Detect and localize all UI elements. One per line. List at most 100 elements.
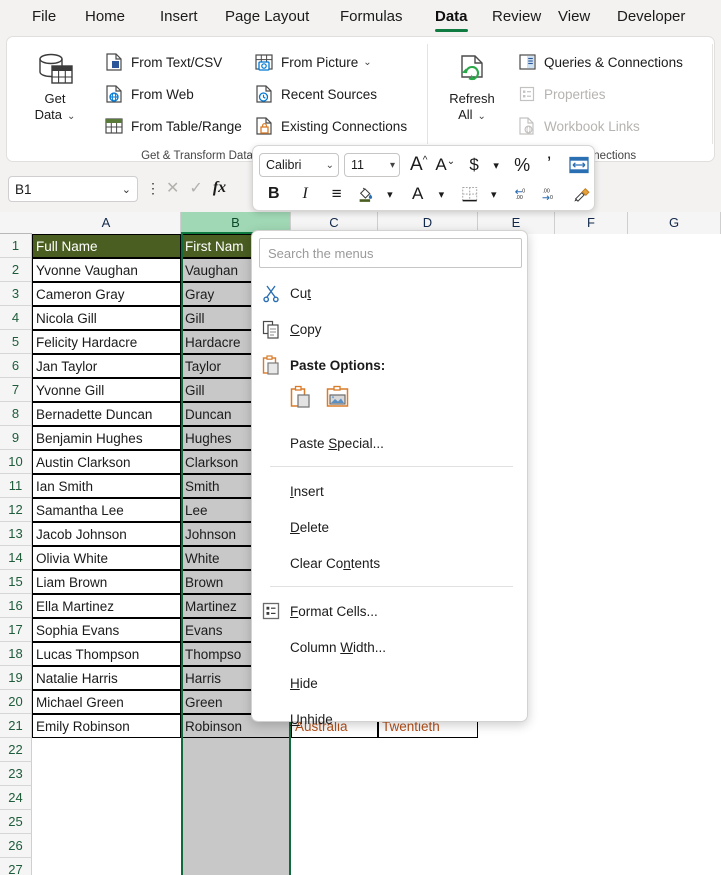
cell-A20[interactable]: Michael Green <box>32 690 181 714</box>
row-header-12[interactable]: 12 <box>0 498 32 522</box>
cell-A21[interactable]: Emily Robinson <box>32 714 181 738</box>
accounting-format-dropdown[interactable]: ▾ <box>485 152 507 178</box>
ribbon-tab-formulas[interactable]: Formulas <box>330 2 413 34</box>
menu-item-paste-special[interactable]: Paste Special... <box>252 425 529 461</box>
increase-decimal-button[interactable]: 0.00 <box>510 181 537 207</box>
row-header-14[interactable]: 14 <box>0 546 32 570</box>
fill-color-button[interactable] <box>353 181 378 207</box>
borders-dropdown[interactable]: ▾ <box>483 181 505 207</box>
paste-keep-source-formatting[interactable] <box>290 385 312 414</box>
font-size-select[interactable]: 11 ▾ <box>344 153 400 177</box>
row-header-20[interactable]: 20 <box>0 690 32 714</box>
row-header-7[interactable]: 7 <box>0 378 32 402</box>
menu-item-copy[interactable]: Copy <box>252 311 529 347</box>
ribbon-tab-home[interactable]: Home <box>75 2 135 34</box>
row-header-21[interactable]: 21 <box>0 714 32 738</box>
ribbon-tab-view[interactable]: View <box>548 2 600 34</box>
ribbon-tab-data[interactable]: Data <box>425 2 478 34</box>
cell-A14[interactable]: Olivia White <box>32 546 181 570</box>
row-header-25[interactable]: 25 <box>0 810 32 834</box>
get-data-chevron-icon[interactable]: ⌄ <box>67 111 75 122</box>
menu-item-cut[interactable]: Cut <box>252 275 529 311</box>
cell-A1[interactable]: Full Name <box>32 234 181 258</box>
row-header-26[interactable]: 26 <box>0 834 32 858</box>
cell-A4[interactable]: Nicola Gill <box>32 306 181 330</box>
queries-connections-button[interactable]: Queries & Connections <box>516 49 683 75</box>
row-header-6[interactable]: 6 <box>0 354 32 378</box>
cell-A8[interactable]: Bernadette Duncan <box>32 402 181 426</box>
cell-A19[interactable]: Natalie Harris <box>32 666 181 690</box>
cell-A17[interactable]: Sophia Evans <box>32 618 181 642</box>
check-icon[interactable]: ✓ <box>189 178 202 198</box>
menu-item-format-cells[interactable]: Format Cells... <box>252 593 529 629</box>
menu-item-insert[interactable]: Insert <box>252 473 529 509</box>
cell-A13[interactable]: Jacob Johnson <box>32 522 181 546</box>
menu-item-unhide[interactable]: Unhide <box>252 701 529 737</box>
cell-A11[interactable]: Ian Smith <box>32 474 181 498</box>
format-painter-button[interactable] <box>569 181 596 207</box>
bold-button[interactable]: B <box>261 181 286 207</box>
mini-format-toolbar[interactable]: Calibri ⌄ 11 ▾ A ^ A ⌄ $ ▾ % ’ B I ≡ ▾ A… <box>252 145 595 211</box>
row-header-5[interactable]: 5 <box>0 330 32 354</box>
row-header-13[interactable]: 13 <box>0 522 32 546</box>
cell-A7[interactable]: Yvonne Gill <box>32 378 181 402</box>
column-header-G[interactable]: G <box>628 212 721 234</box>
ribbon-tab-review[interactable]: Review <box>482 2 551 34</box>
from-text-csv-button[interactable]: From Text/CSV <box>103 49 222 75</box>
row-header-27[interactable]: 27 <box>0 858 32 875</box>
comma-style-button[interactable]: ’ <box>538 152 560 178</box>
cell-A10[interactable]: Austin Clarkson <box>32 450 181 474</box>
refresh-all-button[interactable]: Refresh All ⌄ <box>434 49 510 125</box>
accounting-number-format-button[interactable]: $ <box>463 152 485 178</box>
cell-context-menu[interactable]: Search the menus Cut Copy Paste Options: Pa… <box>251 230 529 727</box>
font-name-select[interactable]: Calibri ⌄ <box>259 153 339 177</box>
cell-A9[interactable]: Benjamin Hughes <box>32 426 181 450</box>
recent-sources-button[interactable]: Recent Sources <box>253 81 377 107</box>
paste-picture[interactable] <box>326 385 350 414</box>
from-picture-chevron-icon[interactable]: ⌄ <box>363 57 371 68</box>
align-button[interactable]: ≡ <box>324 181 349 207</box>
close-icon[interactable]: ✕ <box>166 178 179 198</box>
existing-connections-button[interactable]: Existing Connections <box>253 113 407 139</box>
formula-bar-more-icon[interactable]: ⋮ <box>146 180 160 197</box>
row-header-17[interactable]: 17 <box>0 618 32 642</box>
search-input[interactable]: Search the menus <box>259 238 522 268</box>
cell-A16[interactable]: Ella Martinez <box>32 594 181 618</box>
increase-font-size-button[interactable]: A ^ <box>406 152 431 178</box>
menu-item-hide[interactable]: Hide <box>252 665 529 701</box>
borders-button[interactable] <box>457 181 482 207</box>
italic-button[interactable]: I <box>292 181 317 207</box>
ribbon-tab-developer[interactable]: Developer <box>607 2 695 34</box>
cell-A12[interactable]: Samantha Lee <box>32 498 181 522</box>
ribbon-tab-page-layout[interactable]: Page Layout <box>215 2 319 34</box>
row-header-16[interactable]: 16 <box>0 594 32 618</box>
row-header-18[interactable]: 18 <box>0 642 32 666</box>
decrease-font-size-button[interactable]: A ⌄ <box>431 152 459 178</box>
menu-item-column-width[interactable]: Column Width... <box>252 629 529 665</box>
merge-and-center-button[interactable] <box>565 152 593 178</box>
ribbon-tab-insert[interactable]: Insert <box>150 2 208 34</box>
chevron-down-icon[interactable]: ⌄ <box>122 183 131 196</box>
fill-color-dropdown[interactable]: ▾ <box>379 181 401 207</box>
row-header-3[interactable]: 3 <box>0 282 32 306</box>
row-header-10[interactable]: 10 <box>0 450 32 474</box>
font-color-dropdown[interactable]: ▾ <box>430 181 452 207</box>
row-header-2[interactable]: 2 <box>0 258 32 282</box>
cell-A18[interactable]: Lucas Thompson <box>32 642 181 666</box>
menu-item-clear-contents[interactable]: Clear Contents <box>252 545 529 581</box>
cell-A3[interactable]: Cameron Gray <box>32 282 181 306</box>
from-picture-button[interactable]: From Picture ⌄ <box>253 49 372 75</box>
name-box[interactable]: B1 ⌄ <box>8 176 138 202</box>
refresh-all-chevron-icon[interactable]: ⌄ <box>478 111 486 122</box>
from-table-range-button[interactable]: From Table/Range <box>103 113 242 139</box>
row-header-24[interactable]: 24 <box>0 786 32 810</box>
get-data-button[interactable]: Get Data ⌄ <box>17 49 93 125</box>
cell-A6[interactable]: Jan Taylor <box>32 354 181 378</box>
percent-style-button[interactable]: % <box>510 152 534 178</box>
row-header-1[interactable]: 1 <box>0 234 32 258</box>
from-web-button[interactable]: From Web <box>103 81 194 107</box>
row-header-15[interactable]: 15 <box>0 570 32 594</box>
decrease-decimal-button[interactable]: .00 0 <box>537 181 564 207</box>
row-header-4[interactable]: 4 <box>0 306 32 330</box>
row-header-11[interactable]: 11 <box>0 474 32 498</box>
